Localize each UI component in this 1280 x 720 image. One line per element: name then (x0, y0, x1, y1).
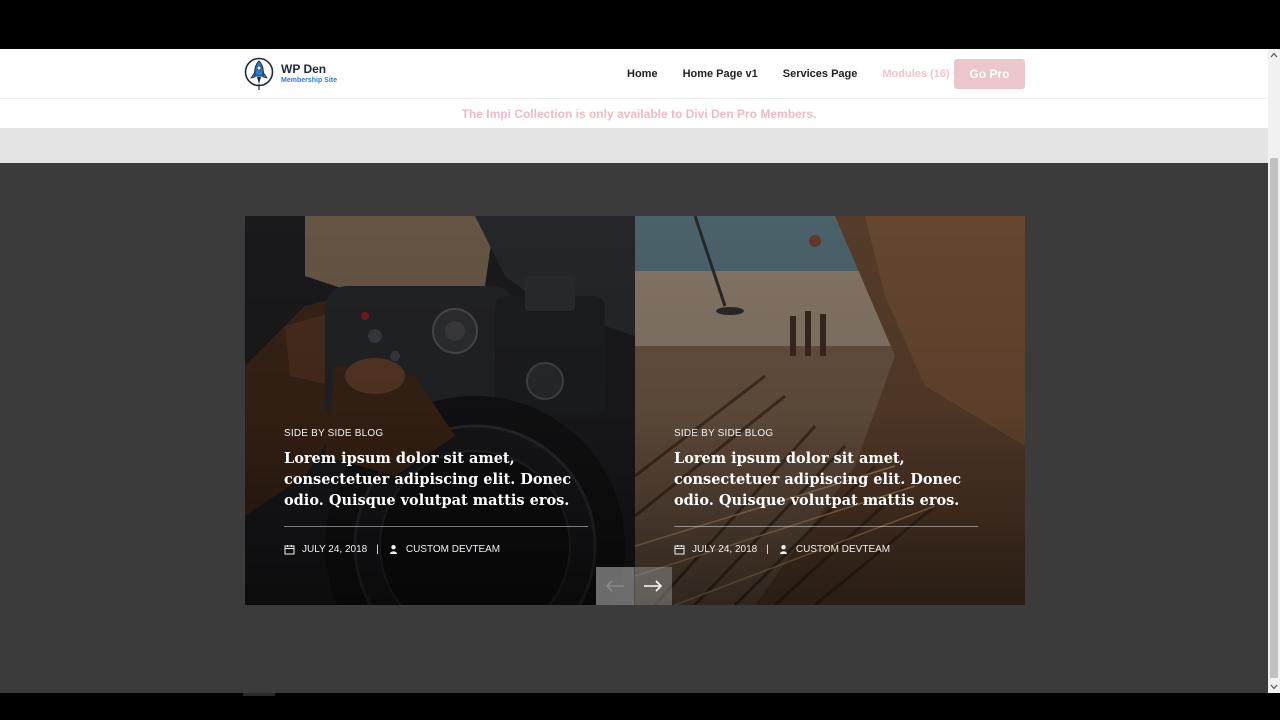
slide-1-divider (284, 526, 588, 527)
gray-band (0, 128, 1268, 163)
arrow-left-icon (605, 580, 624, 592)
nav-item-services-page[interactable]: Services Page (783, 68, 858, 80)
nav-item-home-page-v1[interactable]: Home Page v1 (683, 68, 758, 80)
slide-2-category[interactable]: SIDE BY SIDE BLOG (674, 428, 978, 439)
go-pro-button[interactable]: Go Pro (954, 59, 1025, 89)
slide-2[interactable]: SIDE BY SIDE BLOG Lorem ipsum dolor sit … (635, 216, 1025, 605)
rocket-badge-icon (244, 57, 275, 92)
nav-item-modules-label: Modules (16) (882, 68, 950, 80)
user-icon (389, 545, 397, 554)
page-viewport: WP Den Membership Site Home Home Page v1… (0, 49, 1268, 693)
slide-2-divider (674, 526, 978, 527)
slide-2-date: JULY 24, 2018 (692, 544, 758, 555)
slider-prev-button[interactable] (596, 567, 634, 605)
bottom-tab-indicator (243, 693, 275, 696)
slide-1-meta: JULY 24, 2018 | CUSTOM DEVTEAM (284, 544, 588, 555)
main-nav: Home Home Page v1 Services Page Modules … (627, 49, 972, 99)
site-logo[interactable]: WP Den Membership Site (244, 57, 337, 92)
user-icon (779, 545, 787, 554)
slide-2-content: SIDE BY SIDE BLOG Lorem ipsum dolor sit … (674, 428, 978, 555)
arrow-right-icon (644, 580, 663, 592)
slide-1-date: JULY 24, 2018 (302, 544, 368, 555)
slide-1-author[interactable]: CUSTOM DEVTEAM (406, 544, 500, 555)
notice-text: The Impi Collection is only available to… (461, 106, 817, 121)
membership-notice: The Impi Collection is only available to… (0, 99, 1268, 128)
brand-subtitle: Membership Site (281, 77, 338, 84)
slide-2-title[interactable]: Lorem ipsum dolor sit amet, consectetuer… (674, 448, 978, 511)
bottom-letterbox (0, 693, 1280, 720)
scrollbar-thumb[interactable] (1270, 158, 1278, 678)
page-scrollbar[interactable] (1268, 49, 1280, 693)
scroll-up-icon[interactable] (1268, 49, 1280, 61)
slide-1-content: SIDE BY SIDE BLOG Lorem ipsum dolor sit … (284, 428, 588, 555)
slide-2-author[interactable]: CUSTOM DEVTEAM (796, 544, 890, 555)
slide-1-category[interactable]: SIDE BY SIDE BLOG (284, 428, 588, 439)
blog-slider: SIDE BY SIDE BLOG Lorem ipsum dolor sit … (245, 216, 1025, 605)
slide-1[interactable]: SIDE BY SIDE BLOG Lorem ipsum dolor sit … (245, 216, 635, 605)
slide-2-meta-separator: | (766, 544, 769, 555)
brand-title: WP Den (281, 62, 327, 76)
screen: WP Den Membership Site Home Home Page v1… (0, 0, 1280, 720)
slide-1-title[interactable]: Lorem ipsum dolor sit amet, consectetuer… (284, 448, 588, 511)
top-letterbox (0, 0, 1280, 49)
slider-next-button[interactable] (634, 567, 672, 605)
site-header: WP Den Membership Site Home Home Page v1… (0, 49, 1268, 99)
scroll-down-icon[interactable] (1268, 681, 1280, 693)
slide-2-meta: JULY 24, 2018 | CUSTOM DEVTEAM (674, 544, 978, 555)
calendar-icon (674, 545, 685, 555)
calendar-icon (284, 545, 295, 555)
nav-item-modules[interactable]: Modules (16) (882, 68, 959, 80)
nav-item-home[interactable]: Home (627, 68, 658, 80)
slide-1-meta-separator: | (376, 544, 379, 555)
